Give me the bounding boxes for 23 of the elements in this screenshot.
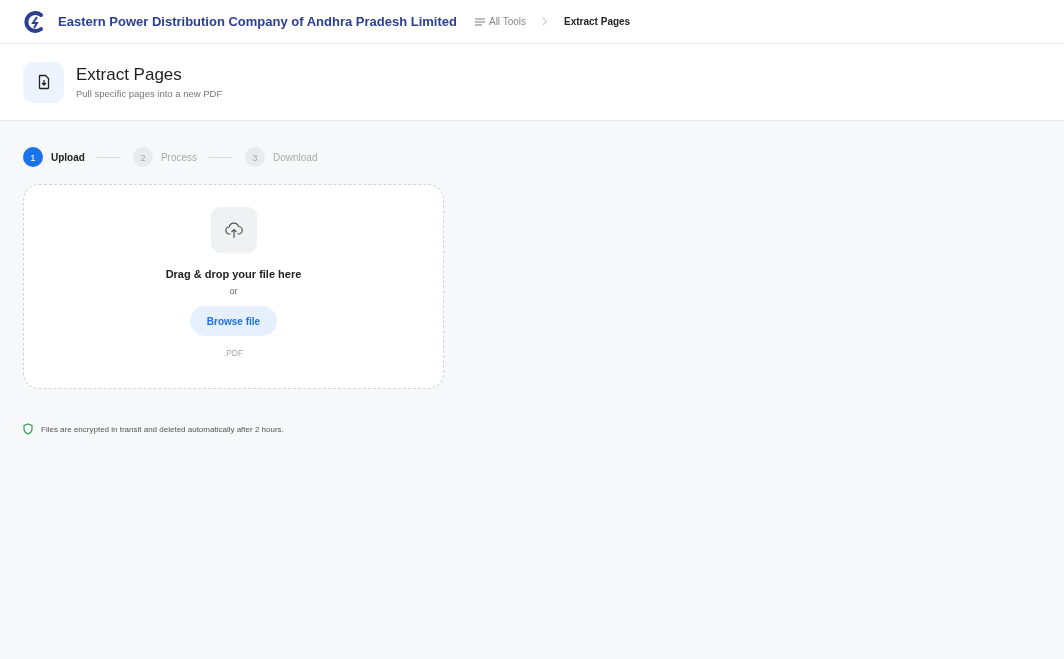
- drop-zone[interactable]: Drag & drop your file here or Browse file .PDF: [23, 184, 444, 389]
- logo-icon: [22, 9, 46, 34]
- breadcrumb-link[interactable]: All Tools: [474, 16, 527, 27]
- cloud-upload-icon: [210, 207, 257, 253]
- format-hint: .PDF: [223, 348, 244, 358]
- or-text: or: [229, 286, 238, 296]
- breadcrumb-current: Extract Pages: [564, 16, 631, 27]
- drop-heading: Drag & drop your file here: [165, 268, 302, 280]
- tool-title: Extract Pages: [76, 65, 183, 85]
- step-label: Process: [160, 151, 197, 163]
- menu-icon: [474, 17, 485, 26]
- step-number: 2: [132, 147, 153, 167]
- step-label: Upload: [51, 151, 85, 163]
- browse-button[interactable]: Browse file: [190, 306, 277, 336]
- tool-subtitle: Pull specific pages into a new PDF: [76, 88, 223, 99]
- company-name: Eastern Power Distribution Company of Andhra Pradesh Limited: [58, 14, 457, 29]
- shield-icon: [23, 423, 33, 435]
- security-note: Files are encrypted in transit and deleted automatically after 2 hours.: [41, 424, 284, 434]
- file-download-icon: [23, 61, 64, 103]
- chevron-icon: [542, 17, 549, 26]
- step-number: 3: [245, 147, 265, 167]
- step-number: 1: [23, 147, 43, 167]
- step-label: Download: [273, 151, 318, 163]
